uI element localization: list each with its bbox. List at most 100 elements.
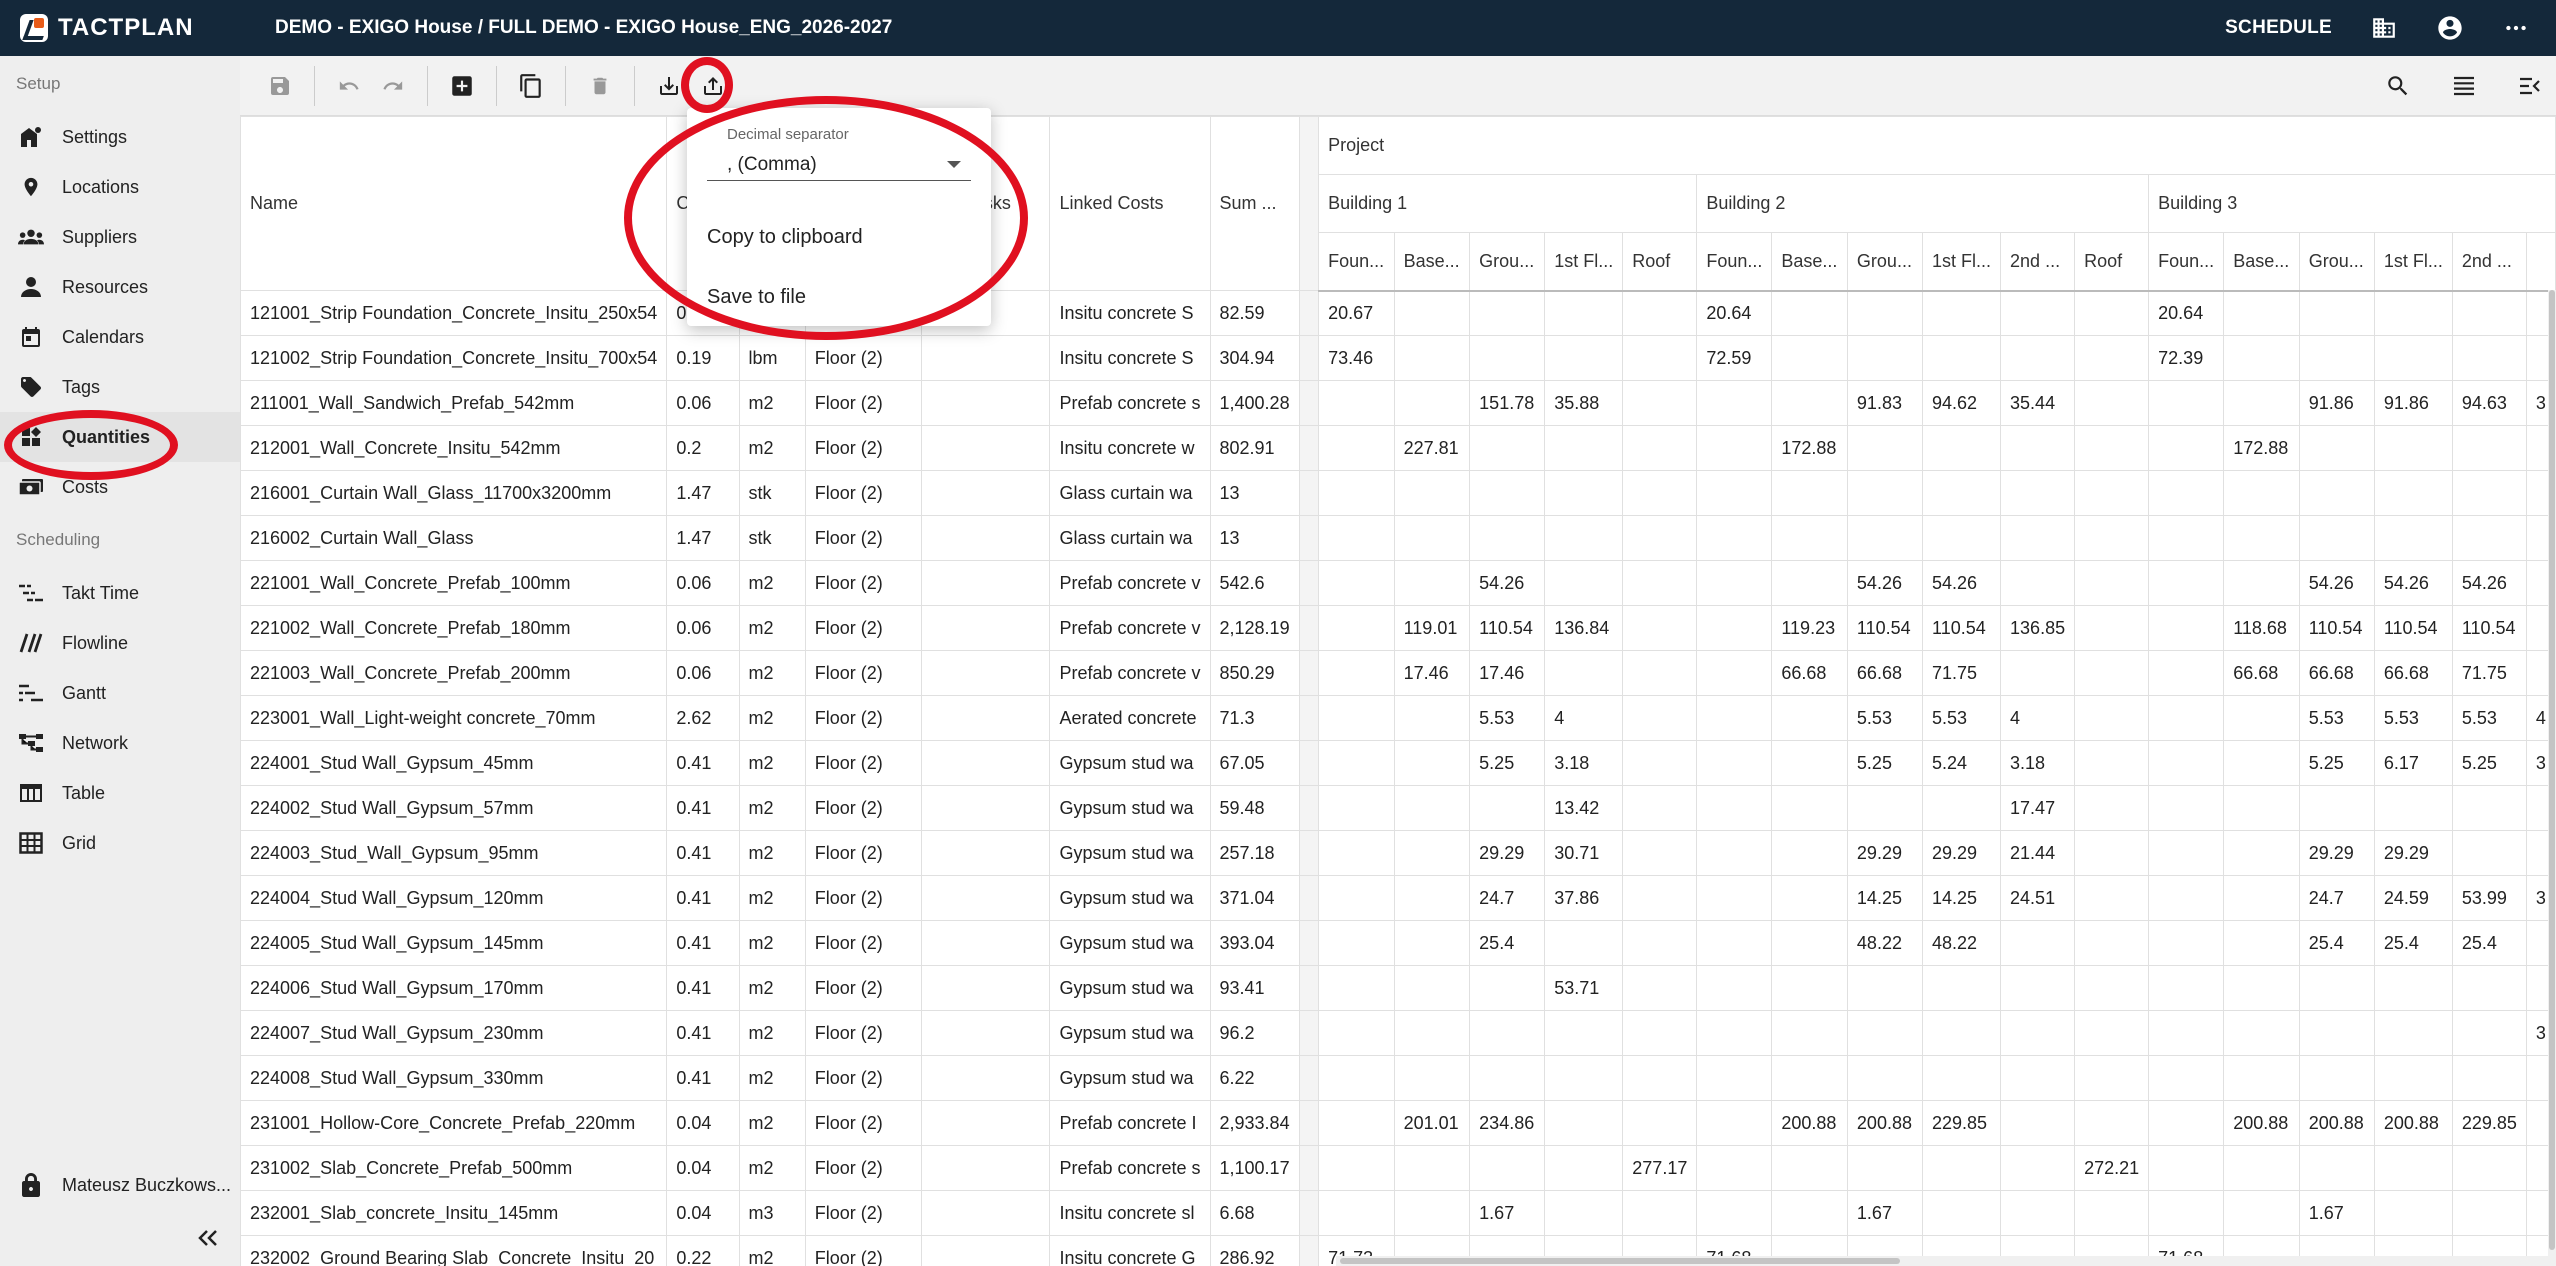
cell-location-quantity[interactable]: 136.84	[1544, 605, 1624, 651]
cell-location-quantity[interactable]	[1318, 785, 1395, 831]
cell-location-quantity[interactable]	[2148, 740, 2225, 786]
cell-location-quantity[interactable]	[1696, 1010, 1773, 1056]
cell-location-quantity[interactable]	[1771, 695, 1848, 741]
column-header-linked-costs[interactable]: Linked Costs	[1049, 116, 1211, 291]
cell-linked-tasks[interactable]	[921, 1235, 1051, 1266]
cell-tag[interactable]: Floor (2)	[804, 515, 923, 561]
cell-name[interactable]: 221002_Wall_Concrete_Prefab_180mm	[240, 605, 668, 651]
cell-location-quantity[interactable]	[2000, 1100, 2076, 1146]
cell-location-quantity[interactable]: 200.88	[1771, 1100, 1848, 1146]
cell-location-quantity[interactable]	[2223, 1145, 2300, 1191]
cell-location-quantity[interactable]	[2298, 1055, 2375, 1101]
cell-linked-tasks[interactable]	[921, 425, 1051, 471]
cell-location-quantity[interactable]	[1544, 290, 1624, 336]
cell-location-quantity[interactable]	[2148, 1190, 2225, 1236]
cell-location-quantity[interactable]	[1846, 965, 1924, 1011]
cell-sum[interactable]: 2,933.84	[1209, 1100, 1301, 1146]
cell-name[interactable]: 211001_Wall_Sandwich_Prefab_542mm	[240, 380, 668, 426]
cell-location-quantity[interactable]	[1846, 1055, 1924, 1101]
cell-sum[interactable]: 96.2	[1209, 1010, 1301, 1056]
cell-location-quantity[interactable]	[1544, 1100, 1624, 1146]
cell-name[interactable]: 224006_Stud Wall_Gypsum_170mm	[240, 965, 668, 1011]
sidebar-item-calendars[interactable]: Calendars	[0, 312, 240, 362]
cell-location-quantity[interactable]	[2298, 425, 2375, 471]
cell-location-quantity[interactable]	[2451, 830, 2527, 876]
cell-sum[interactable]: 6.22	[1209, 1055, 1301, 1101]
cell-location-quantity[interactable]	[1469, 965, 1546, 1011]
location-column-header[interactable]: Base...	[2223, 232, 2300, 292]
cell-location-quantity[interactable]	[1622, 290, 1698, 336]
cell-location-quantity[interactable]	[1696, 740, 1773, 786]
cell-location-quantity[interactable]	[2451, 785, 2527, 831]
cell-location-quantity[interactable]	[1696, 560, 1773, 606]
cell-location-quantity[interactable]	[1622, 335, 1698, 381]
cell-location-quantity[interactable]	[1469, 1010, 1546, 1056]
cell-location-quantity[interactable]: 172.88	[2223, 425, 2300, 471]
cell-linked-costs[interactable]: Insitu concrete G	[1049, 1235, 1211, 1266]
cell-tag[interactable]: Floor (2)	[804, 1190, 923, 1236]
cell-location-quantity[interactable]: 13.42	[1544, 785, 1624, 831]
cell-location-quantity[interactable]	[1922, 785, 2002, 831]
cell-location-quantity[interactable]: 30.71	[1544, 830, 1624, 876]
cell-location-quantity[interactable]	[1469, 335, 1546, 381]
vertical-scrollbar-thumb[interactable]	[2549, 290, 2555, 1250]
cell-sum[interactable]: 257.18	[1209, 830, 1301, 876]
cell-location-quantity[interactable]	[2223, 830, 2300, 876]
cell-linked-tasks[interactable]	[921, 335, 1051, 381]
cell-location-quantity[interactable]: 29.29	[1469, 830, 1546, 876]
cell-tag[interactable]: Floor (2)	[804, 830, 923, 876]
cell-tag[interactable]: Floor (2)	[804, 560, 923, 606]
cell-location-quantity[interactable]	[2298, 1010, 2375, 1056]
cell-location-quantity[interactable]: 54.26	[1469, 560, 1546, 606]
cell-linked-costs[interactable]: Prefab concrete v	[1049, 605, 1211, 651]
cell-location-quantity[interactable]	[1622, 965, 1698, 1011]
cell-location-quantity[interactable]	[1696, 695, 1773, 741]
cell-location-quantity[interactable]	[1696, 1100, 1773, 1146]
cell-location-quantity[interactable]	[2298, 290, 2375, 336]
cell-location-quantity[interactable]: 20.64	[1696, 290, 1773, 336]
cell-location-quantity[interactable]	[1696, 515, 1773, 561]
cell-location-quantity[interactable]	[2074, 875, 2150, 921]
cell-location-quantity[interactable]: 119.01	[1393, 605, 1471, 651]
cell-location-quantity[interactable]	[2451, 1145, 2527, 1191]
cell-sum[interactable]: 82.59	[1209, 290, 1301, 336]
cell-location-quantity[interactable]	[2074, 965, 2150, 1011]
cell-location-quantity[interactable]	[2298, 470, 2375, 516]
location-column-header[interactable]: 1st Fl...	[1544, 232, 1624, 292]
cell-location-quantity[interactable]	[1393, 830, 1471, 876]
cell-location-quantity[interactable]	[1622, 425, 1698, 471]
cell-location-quantity[interactable]	[1393, 695, 1471, 741]
cell-location-quantity[interactable]	[1771, 290, 1848, 336]
cell-location-quantity[interactable]: 25.4	[1469, 920, 1546, 966]
cell-location-quantity[interactable]	[2074, 1100, 2150, 1146]
cell-location-quantity[interactable]	[1622, 920, 1698, 966]
cell-location-quantity[interactable]	[1771, 470, 1848, 516]
cell-location-quantity[interactable]	[1771, 1010, 1848, 1056]
cell-location-quantity[interactable]	[1469, 515, 1546, 561]
cell-location-quantity[interactable]	[2373, 1145, 2453, 1191]
cell-location-quantity[interactable]	[2451, 1190, 2527, 1236]
cell-location-quantity[interactable]	[1544, 515, 1624, 561]
cell-location-quantity[interactable]	[2000, 470, 2076, 516]
location-column-header[interactable]: Base...	[1393, 232, 1471, 292]
cell-consumption[interactable]: 0.2	[666, 425, 740, 471]
cell-location-quantity[interactable]: 5.25	[1846, 740, 1924, 786]
cell-location-quantity[interactable]: 5.25	[1469, 740, 1546, 786]
cell-linked-tasks[interactable]	[921, 515, 1051, 561]
cell-location-quantity[interactable]	[1544, 335, 1624, 381]
cell-name[interactable]: 224001_Stud Wall_Gypsum_45mm	[240, 740, 668, 786]
cell-location-quantity[interactable]: 5.53	[2298, 695, 2375, 741]
location-column-header[interactable]: Grou...	[1469, 232, 1546, 292]
cell-location-quantity[interactable]	[2074, 380, 2150, 426]
cell-location-quantity[interactable]	[1622, 470, 1698, 516]
cell-consumption[interactable]: 1.47	[666, 470, 740, 516]
cell-unit[interactable]: m2	[738, 695, 806, 741]
redo-icon[interactable]	[371, 64, 415, 108]
location-column-header[interactable]	[2525, 232, 2556, 292]
location-column-header[interactable]: Foun...	[1696, 232, 1773, 292]
cell-location-quantity[interactable]	[1318, 830, 1395, 876]
location-column-header[interactable]: Roof	[1622, 232, 1698, 292]
cell-unit[interactable]: m2	[738, 650, 806, 696]
cell-location-quantity[interactable]	[2148, 875, 2225, 921]
collapse-sidebar-icon[interactable]	[194, 1224, 222, 1252]
